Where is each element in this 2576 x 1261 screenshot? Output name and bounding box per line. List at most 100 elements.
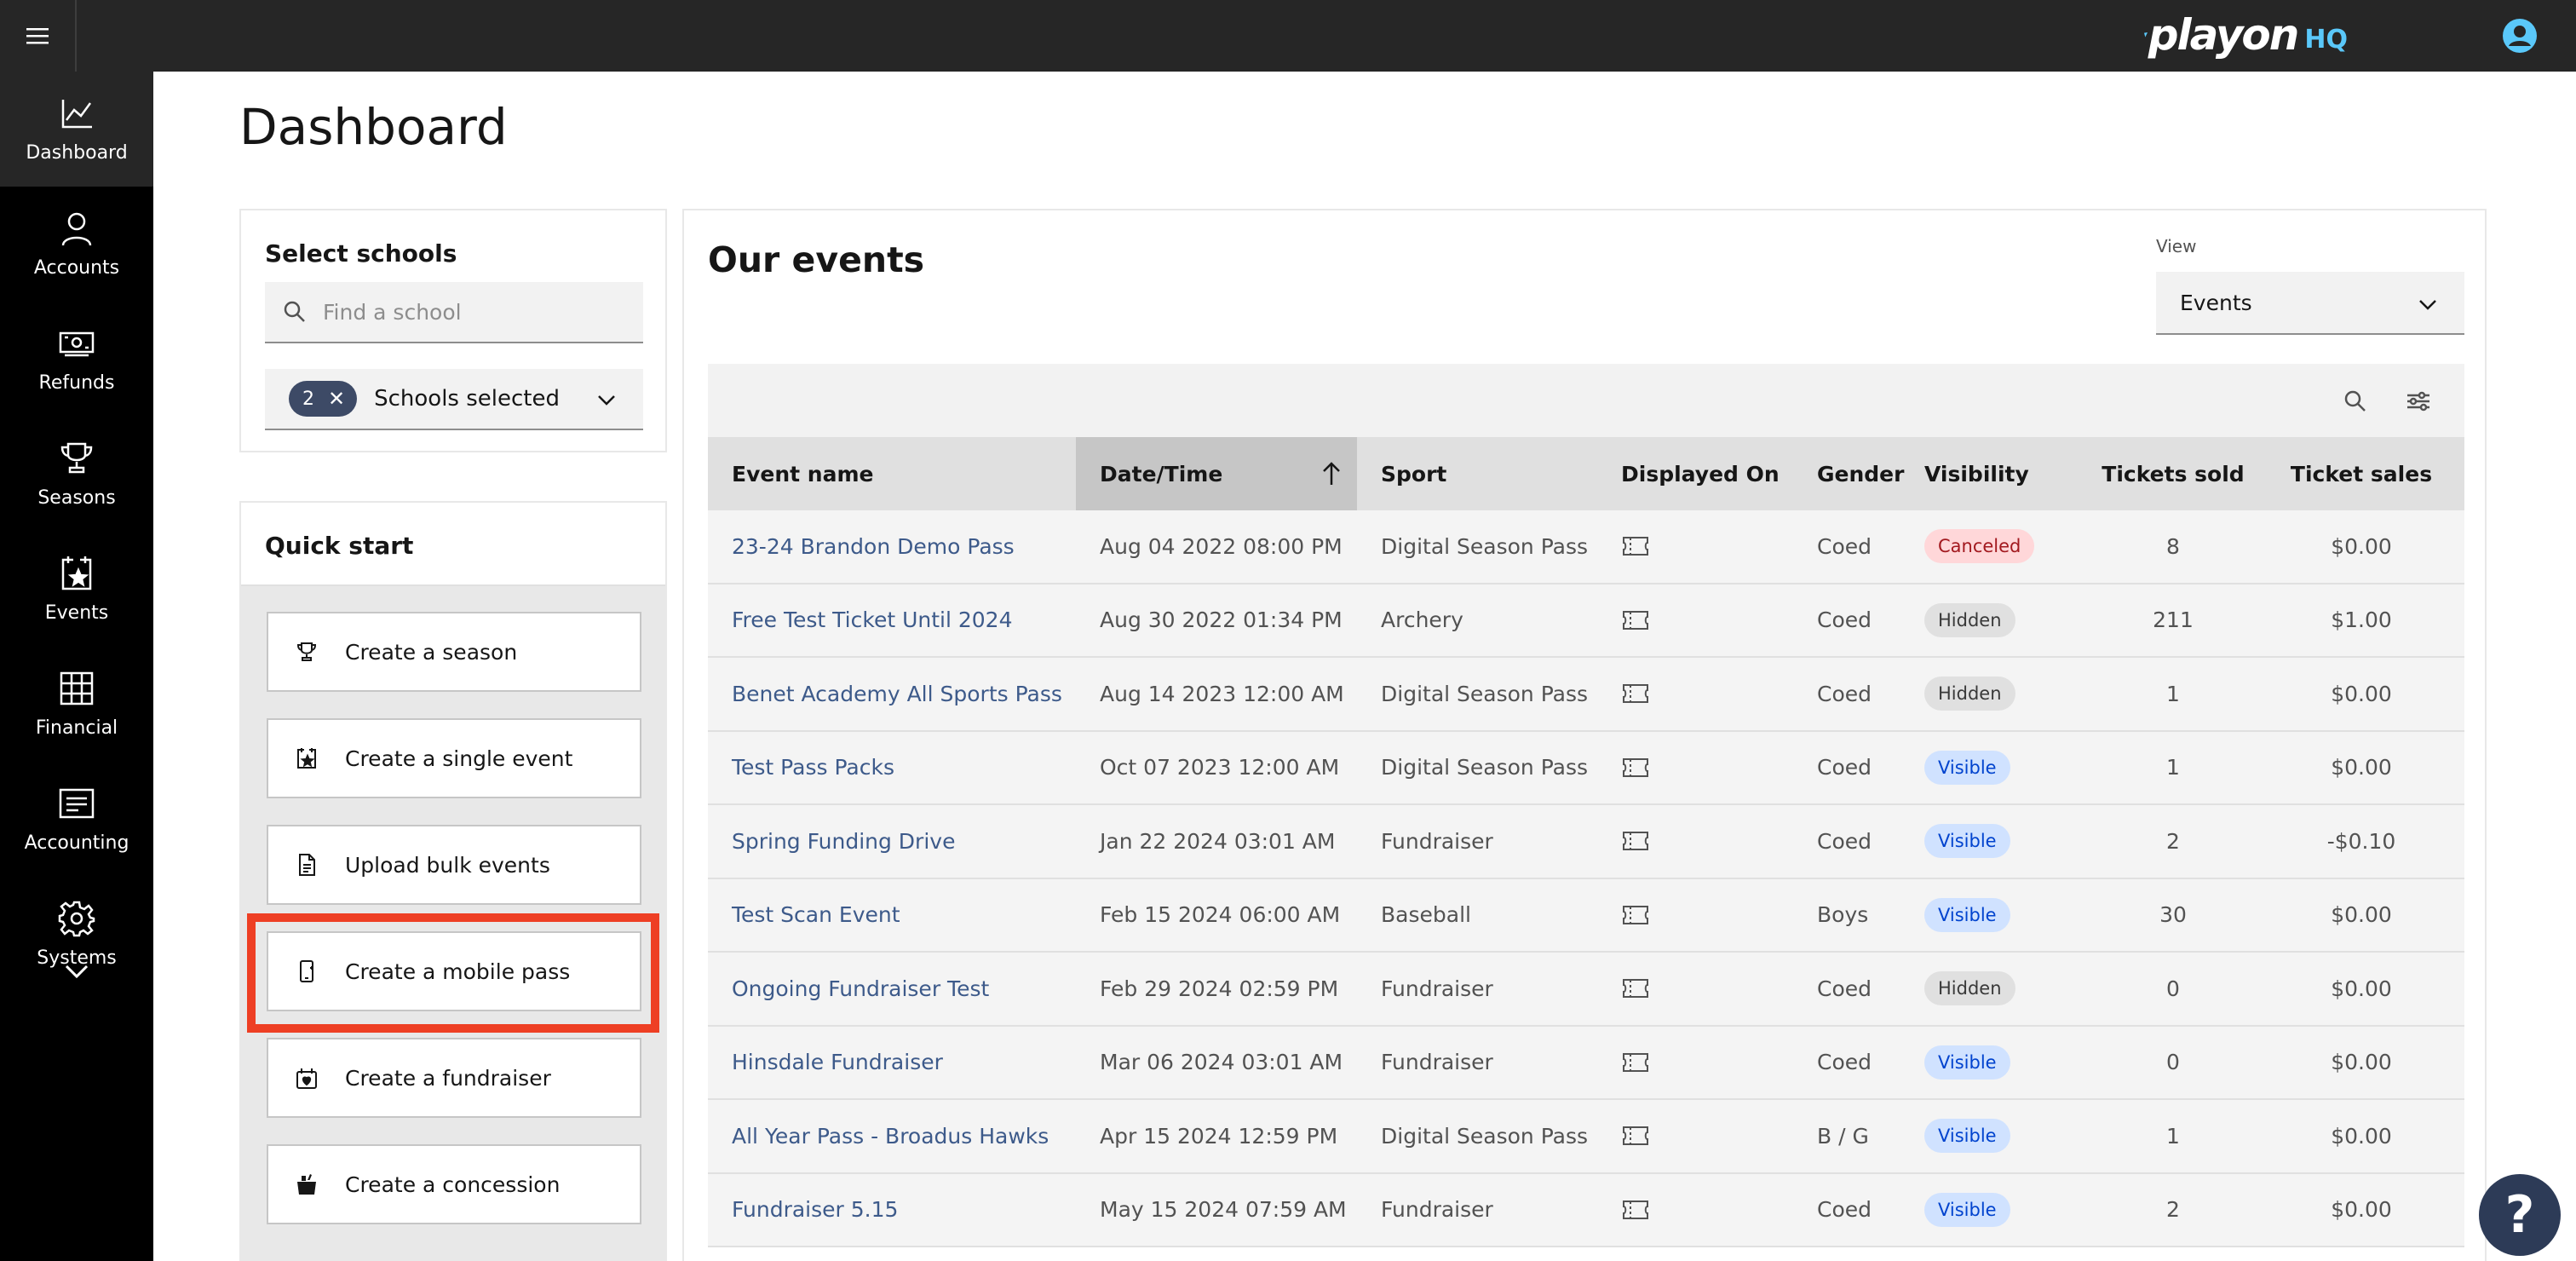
event-name-link[interactable]: Ongoing Fundraiser Test [708, 953, 1076, 1025]
visibility-cell: Hidden [1918, 658, 2088, 730]
trophy-icon [60, 442, 93, 474]
table-row[interactable]: Fundraiser 5.15 May 15 2024 07:59 AM Fundr… [708, 1173, 2464, 1247]
ticket-icon [1621, 682, 1650, 705]
event-name-link[interactable]: Hinsdale Fundraiser [708, 1027, 1076, 1099]
table-row[interactable]: 23-24 Brandon Demo Pass Aug 04 2022 08:00… [708, 510, 2464, 584]
ticket-sales: $0.00 [2331, 681, 2392, 706]
ticket-icon [1621, 1125, 1650, 1147]
ticket-sales: -$0.10 [2326, 828, 2396, 854]
event-name-link[interactable]: All Year Pass - Broadus Hawks [708, 1100, 1076, 1172]
displayed-on-cell [1597, 953, 1793, 1025]
table-toolbar [708, 364, 2464, 437]
event-name-link[interactable]: 23-24 Brandon Demo Pass [708, 510, 1076, 583]
column-header-event-name[interactable]: Event name [708, 437, 1076, 510]
sidebar-item-refunds[interactable]: Refunds [0, 302, 153, 417]
column-header-date-time[interactable]: Date/Time [1076, 437, 1357, 510]
events-title: Our events [708, 239, 925, 280]
ticket-sales: $0.00 [2331, 1123, 2392, 1149]
column-header-visibility[interactable]: Visibility [1918, 437, 2088, 510]
event-sport: Baseball [1381, 902, 1471, 928]
help-label: ? [2504, 1185, 2535, 1245]
chevron-down-icon[interactable] [60, 959, 94, 985]
sidebar-item-label: Events [44, 602, 109, 624]
event-name-link[interactable]: Test Scan Event [708, 879, 1076, 952]
money-icon [59, 331, 95, 357]
table-row[interactable]: Ongoing Fundraiser Test Feb 29 2024 02:59… [708, 953, 2464, 1027]
create-fundraiser-button[interactable]: Create a fundraiser [267, 1038, 641, 1118]
column-header-sport[interactable]: Sport [1357, 437, 1597, 510]
schools-selected-label: Schools selected [374, 386, 560, 412]
event-date: Aug 14 2023 12:00 AM [1100, 681, 1344, 706]
school-search-input[interactable] [323, 299, 638, 325]
create-concession-button[interactable]: Create a concession [267, 1144, 641, 1224]
fundraiser-icon [296, 1068, 317, 1089]
table-row[interactable]: All Year Pass - Broadus Hawks Apr 15 2024… [708, 1100, 2464, 1174]
menu-button[interactable] [0, 0, 77, 72]
user-avatar[interactable] [2498, 14, 2542, 58]
help-button[interactable]: ? [2479, 1174, 2561, 1256]
ticket-icon [1621, 1199, 1650, 1221]
event-name-link[interactable]: Free Test Ticket Until 2024 [708, 584, 1076, 657]
view-dropdown[interactable]: Events [2156, 272, 2464, 335]
ticket-icon [1621, 904, 1650, 926]
tickets-sold: 8 [2166, 533, 2180, 559]
ticket-icon [1621, 1051, 1650, 1074]
sidebar-item-dashboard[interactable]: Dashboard [0, 72, 153, 187]
sidebar-item-accounts[interactable]: Accounts [0, 187, 153, 302]
column-header-displayed-on[interactable]: Displayed On [1597, 437, 1793, 510]
tickets-sold: 2 [2166, 1197, 2180, 1223]
search-icon[interactable] [2342, 388, 2369, 415]
table-row[interactable]: Test Scan Event Feb 15 2024 06:00 AM Baseb… [708, 878, 2464, 953]
quick-start-heading: Quick start [265, 532, 414, 560]
visibility-cell: Hidden [1918, 953, 2088, 1025]
upload-bulk-events-button[interactable]: Upload bulk events [267, 825, 641, 905]
playon-hq-logo[interactable]: playon HQ [2143, 7, 2348, 63]
table-row[interactable]: Hinsdale Fundraiser Mar 06 2024 03:01 AM F… [708, 1026, 2464, 1100]
trophy-icon [296, 642, 317, 661]
sidebar-item-seasons[interactable]: Seasons [0, 417, 153, 532]
sidebar-item-accounting[interactable]: Accounting [0, 762, 153, 877]
column-header-gender[interactable]: Gender [1793, 437, 1918, 510]
clear-selection-icon[interactable]: ✕ [328, 387, 345, 411]
chevron-down-icon [598, 395, 615, 406]
event-date: Apr 15 2024 12:59 PM [1100, 1123, 1338, 1149]
tickets-sold: 1 [2166, 755, 2180, 780]
page-title: Dashboard [239, 98, 508, 156]
event-name-link[interactable]: Fundraiser 5.15 [708, 1174, 1076, 1247]
column-header-ticket-sales[interactable]: Ticket sales [2258, 437, 2464, 510]
event-sport: Fundraiser [1381, 1197, 1493, 1223]
table-row[interactable]: Spring Funding Drive Jan 22 2024 03:01 AM… [708, 805, 2464, 879]
table-row[interactable]: Free Test Ticket Until 2024 Aug 30 2022 0… [708, 584, 2464, 658]
quick-start-label: Create a single event [345, 746, 573, 771]
ticket-sales: $0.00 [2331, 902, 2392, 928]
selected-count-tag[interactable]: 2 ✕ [289, 381, 358, 417]
logo-text: playon [2148, 10, 2300, 60]
event-name-link[interactable]: Spring Funding Drive [708, 805, 1076, 878]
quick-start-label: Create a season [345, 639, 518, 665]
visibility-badge: Visible [1924, 897, 2010, 932]
sidebar-item-events[interactable]: Events [0, 532, 153, 647]
event-sport: Fundraiser [1381, 976, 1493, 1001]
displayed-on-cell [1597, 732, 1793, 804]
create-season-button[interactable]: Create a season [267, 612, 641, 692]
event-gender: Coed [1817, 1050, 1872, 1075]
event-name-link[interactable]: Test Pass Packs [708, 732, 1076, 804]
ledger-icon [59, 788, 95, 819]
ticket-sales: $0.00 [2331, 976, 2392, 1001]
create-single-event-button[interactable]: Create a single event [267, 718, 641, 798]
displayed-on-cell [1597, 1027, 1793, 1099]
visibility-cell: Visible [1918, 1027, 2088, 1099]
event-sport: Fundraiser [1381, 1050, 1493, 1075]
event-name-link[interactable]: Benet Academy All Sports Pass [708, 658, 1076, 730]
filter-settings-icon[interactable] [2405, 388, 2432, 415]
schools-multiselect[interactable]: 2 ✕ Schools selected [265, 369, 643, 430]
event-gender: Coed [1817, 976, 1872, 1001]
table-row[interactable]: Test Pass Packs Oct 07 2023 12:00 AM Digit… [708, 731, 2464, 805]
sidebar-item-financial[interactable]: Financial [0, 647, 153, 762]
quick-start-label: Upload bulk events [345, 852, 550, 878]
column-header-tickets-sold[interactable]: Tickets sold [2088, 437, 2258, 510]
tickets-sold: 1 [2166, 1123, 2180, 1149]
table-row[interactable]: Benet Academy All Sports Pass Aug 14 2023… [708, 658, 2464, 732]
event-gender: B / G [1817, 1123, 1869, 1149]
user-circle-icon [2503, 19, 2537, 53]
